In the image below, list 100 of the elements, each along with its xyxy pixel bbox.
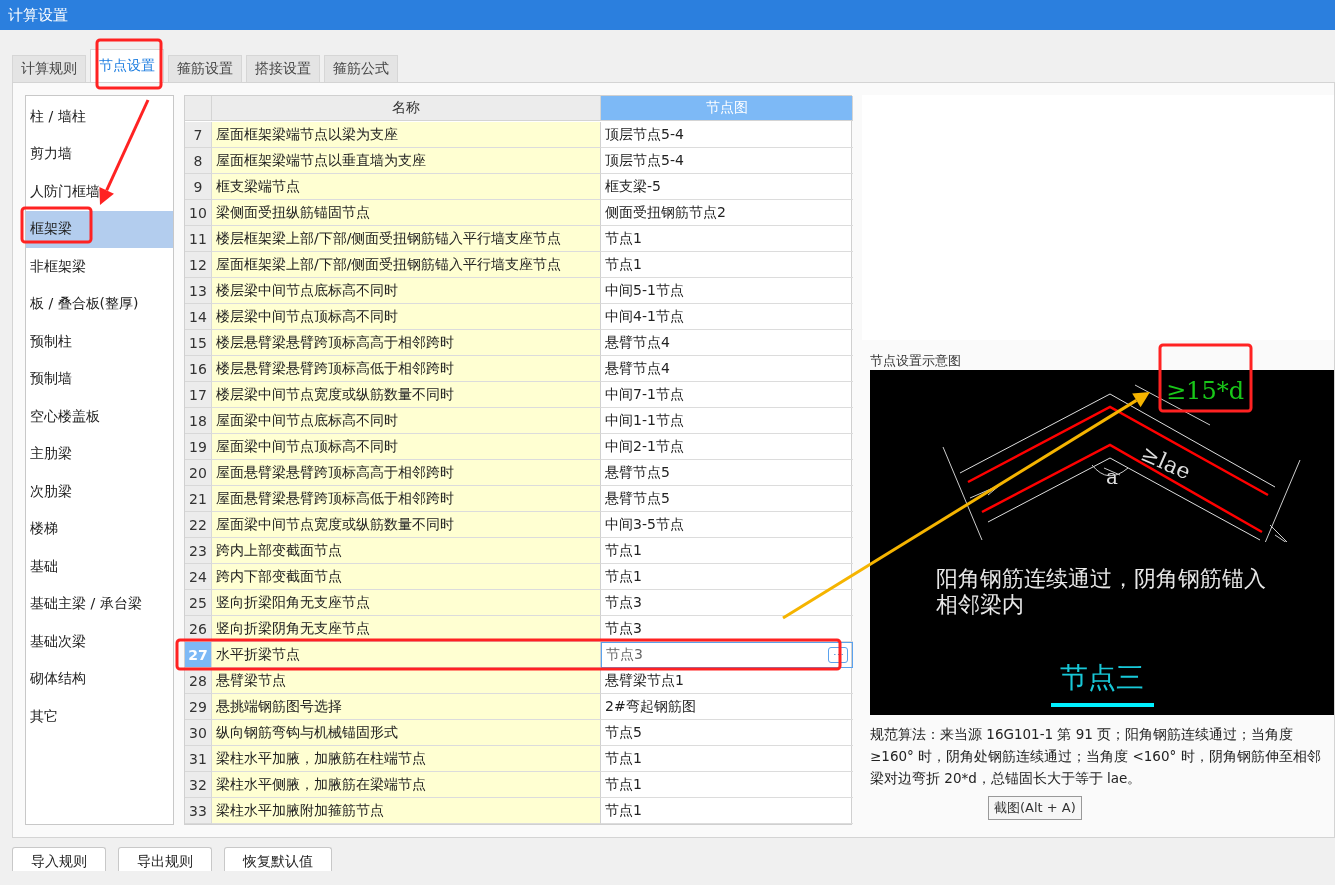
table-cell: 中间5-1节点 (601, 278, 853, 304)
table-cell: 梁柱水平加腋附加箍筋节点 (212, 798, 601, 824)
table-cell: 悬臂梁节点1 (601, 668, 853, 694)
table-cell: 悬臂节点5 (601, 486, 853, 512)
table-cell: 水平折梁节点 (212, 642, 601, 668)
table-cell: 屋面梁中间节点顶标高不同时 (212, 434, 601, 460)
diagram-caption: 阳角钢筋连续通过，阴角钢筋锚入相邻梁内 (936, 566, 1267, 618)
table-cell: 中间7-1节点 (601, 382, 853, 408)
category-item[interactable]: 非框架梁 (26, 248, 173, 286)
table-cell: 楼层悬臂梁悬臂跨顶标高低于相邻跨时 (212, 356, 601, 382)
table-cell: 节点1 (601, 226, 853, 252)
table-cell: 节点1 (601, 564, 853, 590)
table-cell: 中间4-1节点 (601, 304, 853, 330)
row-number: 11 (185, 226, 212, 252)
table-cell: 节点1 (601, 538, 853, 564)
row-number: 10 (185, 200, 212, 226)
table-cell: 框支梁-5 (601, 174, 853, 200)
table-cell: 梁侧面受扭纵筋锚固节点 (212, 200, 601, 226)
dimension-label: ≥lae (1137, 440, 1195, 485)
row-number: 8 (185, 148, 212, 174)
category-item[interactable]: 基础主梁 / 承台梁 (26, 585, 173, 623)
table-cell: 框支梁端节点 (212, 174, 601, 200)
category-item[interactable]: 砌体结构 (26, 660, 173, 698)
dimension-label: ≥15*d (1166, 378, 1244, 406)
row-number: 27 (185, 642, 212, 668)
table-cell: 节点1 (601, 252, 853, 278)
table-cell: 屋面梁中间节点宽度或纵筋数量不同时 (212, 512, 601, 538)
table-cell: 中间2-1节点 (601, 434, 853, 460)
table-cell: 节点3 (601, 616, 853, 642)
row-number: 26 (185, 616, 212, 642)
table-cell: 侧面受扭钢筋节点2 (601, 200, 853, 226)
tab[interactable]: 搭接设置 (246, 55, 320, 82)
row-number: 18 (185, 408, 212, 434)
row-number: 24 (185, 564, 212, 590)
value-field[interactable]: 节点3 ⋯ (601, 642, 853, 668)
window-title: 计算设置 (8, 5, 68, 25)
category-item[interactable]: 框架梁 (26, 210, 173, 248)
row-number: 21 (185, 486, 212, 512)
table-cell: 悬挑端钢筋图号选择 (212, 694, 601, 720)
row-number: 30 (185, 720, 212, 746)
category-item[interactable]: 楼梯 (26, 510, 173, 548)
table-cell: 顶层节点5-4 (601, 148, 853, 174)
row-number: 20 (185, 460, 212, 486)
category-item[interactable]: 空心楼盖板 (26, 398, 173, 436)
category-item[interactable]: 板 / 叠合板(整厚) (26, 285, 173, 323)
action-button[interactable]: 导出规则 (118, 847, 212, 871)
table-cell: 悬臂节点4 (601, 330, 853, 356)
table-cell: 跨内上部变截面节点 (212, 538, 601, 564)
tooltip: 截图(Alt + A) (988, 796, 1082, 820)
table-cell: 屋面悬臂梁悬臂跨顶标高低于相邻跨时 (212, 486, 601, 512)
row-number: 29 (185, 694, 212, 720)
table-cell: 节点3 (601, 590, 853, 616)
category-item[interactable]: 基础 (26, 548, 173, 586)
table-cell: 楼层梁中间节点顶标高不同时 (212, 304, 601, 330)
category-item[interactable]: 基础次梁 (26, 623, 173, 661)
table-cell: 节点1 (601, 772, 853, 798)
row-number: 16 (185, 356, 212, 382)
table-cell: 屋面框架梁上部/下部/侧面受扭钢筋锚入平行墙支座节点 (212, 252, 601, 278)
description-text: 规范算法：来当源 16G101-1 第 91 页；阳角钢筋连续通过；当角度 ≥160° 时，阴角处钢筋连续通过；当角度 <160° 时，阴角钢筋伸至相邻梁对边弯折 20*d，总锚固长大于等于 lae。 (870, 725, 1322, 788)
tab[interactable]: 箍筋设置 (168, 55, 242, 82)
table-cell: 节点1 (601, 798, 853, 824)
table-cell: 梁柱水平侧腋，加腋筋在梁端节点 (212, 772, 601, 798)
category-item[interactable]: 柱 / 墙柱 (26, 98, 173, 136)
table-cell: 梁柱水平加腋，加腋筋在柱端节点 (212, 746, 601, 772)
table-cell: 2#弯起钢筋图 (601, 694, 853, 720)
tab[interactable]: 计算规则 (12, 55, 86, 82)
row-number: 19 (185, 434, 212, 460)
row-number: 9 (185, 174, 212, 200)
category-item[interactable]: 其它 (26, 698, 173, 736)
table-cell: 屋面框架梁端节点以垂直墙为支座 (212, 148, 601, 174)
table-cell: 楼层梁中间节点底标高不同时 (212, 278, 601, 304)
row-number: 17 (185, 382, 212, 408)
category-item[interactable]: 次肋梁 (26, 473, 173, 511)
table-cell: 竖向折梁阳角无支座节点 (212, 590, 601, 616)
column-header[interactable]: 名称 (212, 96, 601, 121)
table-cell: 屋面梁中间节点底标高不同时 (212, 408, 601, 434)
category-item[interactable]: 人防门框墙 (26, 173, 173, 211)
row-number: 31 (185, 746, 212, 772)
category-item[interactable]: 预制柱 (26, 323, 173, 361)
row-number: 15 (185, 330, 212, 356)
table-cell: 楼层悬臂梁悬臂跨顶标高高于相邻跨时 (212, 330, 601, 356)
tab[interactable]: 箍筋公式 (324, 55, 398, 82)
category-item[interactable]: 剪力墙 (26, 135, 173, 173)
table-cell: 节点1 (601, 746, 853, 772)
annotation-box (95, 38, 163, 90)
row-number: 32 (185, 772, 212, 798)
row-number: 7 (185, 122, 212, 148)
table-cell: 跨内下部变截面节点 (212, 564, 601, 590)
table-cell: 中间1-1节点 (601, 408, 853, 434)
action-button[interactable]: 导入规则 (12, 847, 106, 871)
category-item[interactable]: 预制墙 (26, 360, 173, 398)
group-title: 节点设置示意图 (870, 352, 962, 370)
category-item[interactable]: 主肋梁 (26, 435, 173, 473)
row-number: 23 (185, 538, 212, 564)
table-cell: 悬臂节点5 (601, 460, 853, 486)
table-cell: 节点5 (601, 720, 853, 746)
table-cell: 竖向折梁阴角无支座节点 (212, 616, 601, 642)
action-button[interactable]: 恢复默认值 (224, 847, 332, 871)
row-number: 12 (185, 252, 212, 278)
row-number: 14 (185, 304, 212, 330)
